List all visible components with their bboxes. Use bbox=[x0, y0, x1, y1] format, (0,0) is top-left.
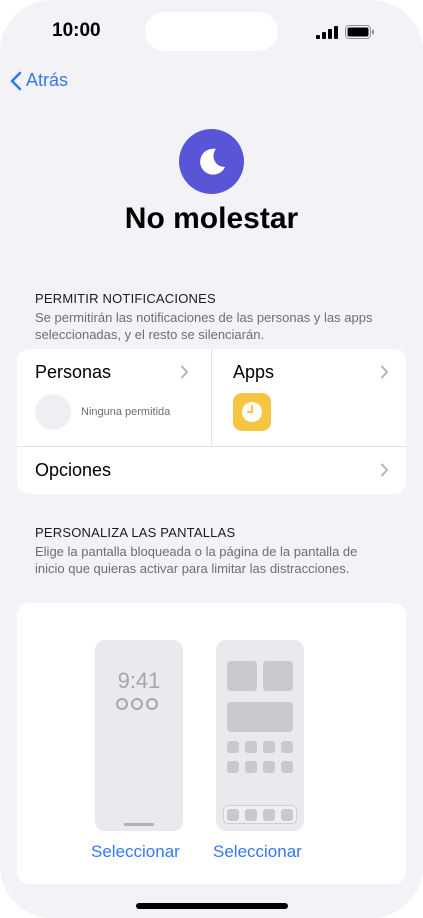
page-title: No molestar bbox=[124, 202, 299, 235]
battery-icon bbox=[345, 25, 374, 39]
customize-screens-header: PERSONALIZA LAS PANTALLAS bbox=[35, 525, 236, 540]
app-tile bbox=[263, 741, 275, 753]
focus-icon-badge bbox=[179, 129, 244, 194]
widget-block bbox=[227, 702, 293, 732]
app-tile bbox=[281, 761, 293, 773]
allow-notifications-header: PERMITIR NOTIFICACIONES bbox=[35, 291, 216, 306]
select-home-screen-button[interactable]: Seleccionar bbox=[213, 842, 302, 862]
dock-tile bbox=[227, 809, 239, 821]
app-tile bbox=[245, 761, 257, 773]
signal-icon bbox=[316, 26, 338, 39]
people-cell[interactable]: Personas Ninguna permitida bbox=[17, 349, 211, 446]
app-tile bbox=[227, 741, 239, 753]
chevron-right-icon bbox=[381, 463, 388, 477]
widget-circle bbox=[116, 698, 128, 710]
chevron-right-icon bbox=[381, 365, 388, 379]
lock-screen-time: 9:41 bbox=[117, 668, 161, 693]
avatar-placeholder bbox=[35, 394, 71, 430]
dock bbox=[223, 805, 297, 824]
clock-app-icon bbox=[233, 393, 271, 431]
dynamic-island bbox=[145, 12, 278, 51]
home-indicator[interactable] bbox=[136, 903, 288, 909]
widget-block bbox=[227, 661, 257, 691]
lock-screen-widgets bbox=[116, 698, 158, 710]
options-cell[interactable]: Opciones bbox=[17, 447, 406, 494]
dock-tile bbox=[263, 809, 275, 821]
options-label: Opciones bbox=[35, 460, 112, 480]
select-lock-screen-button[interactable]: Seleccionar bbox=[91, 842, 180, 862]
customize-screens-card: 9:41 Seleccionar Seleccionar bbox=[17, 603, 406, 884]
status-time: 10:00 bbox=[52, 20, 101, 41]
apps-label: Apps bbox=[233, 362, 275, 382]
back-button[interactable]: Atrás bbox=[10, 70, 68, 91]
home-screen-preview[interactable] bbox=[216, 640, 304, 831]
widget-circle bbox=[131, 698, 143, 710]
chevron-left-icon bbox=[10, 71, 22, 90]
app-tile bbox=[263, 761, 275, 773]
people-label: Personas bbox=[35, 362, 112, 382]
apps-cell[interactable]: Apps bbox=[212, 349, 406, 446]
widget-block bbox=[263, 661, 293, 691]
dock-tile bbox=[281, 809, 293, 821]
app-tile bbox=[281, 741, 293, 753]
app-tile bbox=[227, 761, 239, 773]
lock-screen-preview[interactable]: 9:41 bbox=[95, 640, 183, 831]
back-label: Atrás bbox=[26, 70, 69, 90]
chevron-right-icon bbox=[181, 365, 188, 379]
widget-circle bbox=[146, 698, 158, 710]
clock-icon bbox=[242, 402, 262, 422]
people-empty-text: Ninguna permitida bbox=[81, 406, 171, 418]
customize-screens-description: Elige la pantalla bloqueada o la página … bbox=[35, 544, 358, 576]
dock-tile bbox=[245, 809, 257, 821]
app-tile bbox=[245, 741, 257, 753]
allow-notifications-description: Se permitirán las notificaciones de las … bbox=[35, 310, 373, 342]
phone-screen: 10:00 Atrás No molestar PERMITIR NOTIFIC… bbox=[0, 0, 423, 918]
moon-icon bbox=[199, 148, 225, 175]
allow-notifications-card: Personas Ninguna permitida Apps Opciones bbox=[17, 349, 406, 494]
home-bar bbox=[124, 823, 154, 826]
